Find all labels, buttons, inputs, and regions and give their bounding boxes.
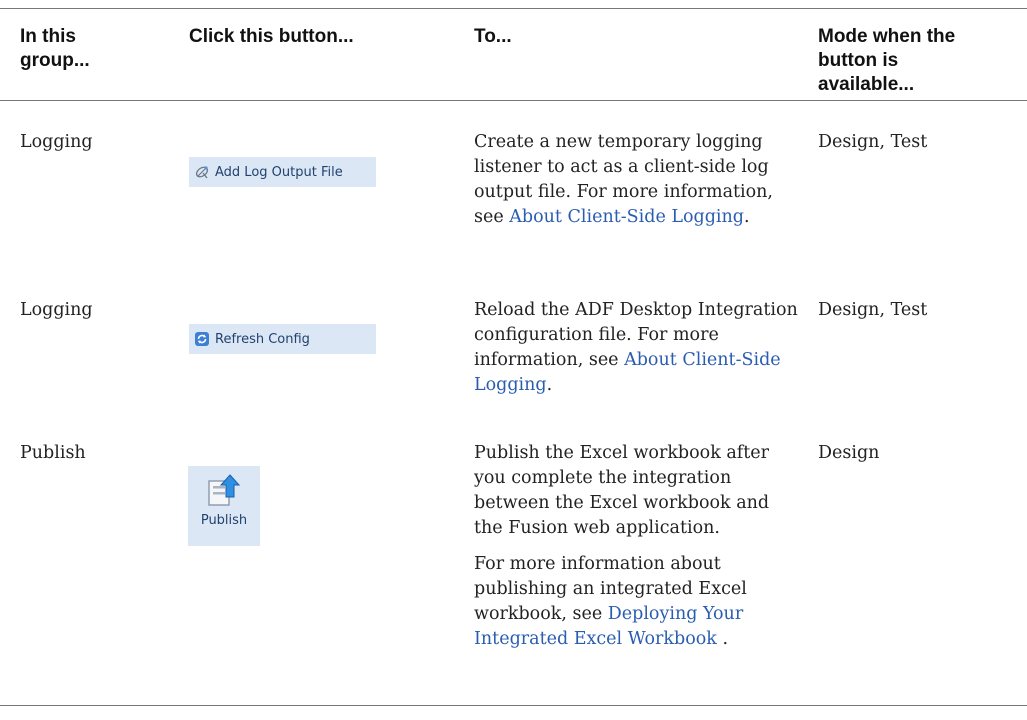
add-log-output-file-button[interactable]: Add Log Output File: [189, 157, 376, 187]
header-mode: Mode when the button is available...: [818, 26, 956, 95]
row3-to: Publish the Excel workbook after you com…: [474, 443, 770, 649]
header-to: To...: [474, 26, 512, 47]
row1-group: Logging: [20, 132, 93, 152]
row1-mode: Design, Test: [818, 132, 928, 152]
satellite-dish-icon: [195, 166, 209, 179]
row3-mode: Design: [818, 443, 880, 463]
row3-group: Publish: [20, 443, 86, 463]
header-button: Click this button...: [189, 26, 354, 47]
refresh-icon: [195, 332, 209, 346]
publish-button[interactable]: Publish: [188, 466, 260, 546]
add-log-output-file-label: Add Log Output File: [215, 164, 343, 180]
table-top-rule: [0, 8, 1027, 9]
row1-to: Create a new temporary logging listener …: [474, 132, 773, 227]
row2-mode: Design, Test: [818, 300, 928, 320]
table-bottom-rule: [0, 705, 1027, 706]
publish-icon: [208, 474, 241, 506]
refresh-config-button[interactable]: Refresh Config: [189, 324, 376, 354]
row2-group: Logging: [20, 300, 93, 320]
row2-to: Reload the ADF Desktop Integration confi…: [474, 300, 798, 395]
about-client-side-logging-link[interactable]: About Client-Side Logging: [509, 207, 744, 227]
refresh-config-label: Refresh Config: [215, 331, 310, 347]
table-header-rule: [0, 100, 1027, 101]
header-group: In this group...: [20, 26, 90, 71]
publish-label: Publish: [200, 513, 248, 528]
